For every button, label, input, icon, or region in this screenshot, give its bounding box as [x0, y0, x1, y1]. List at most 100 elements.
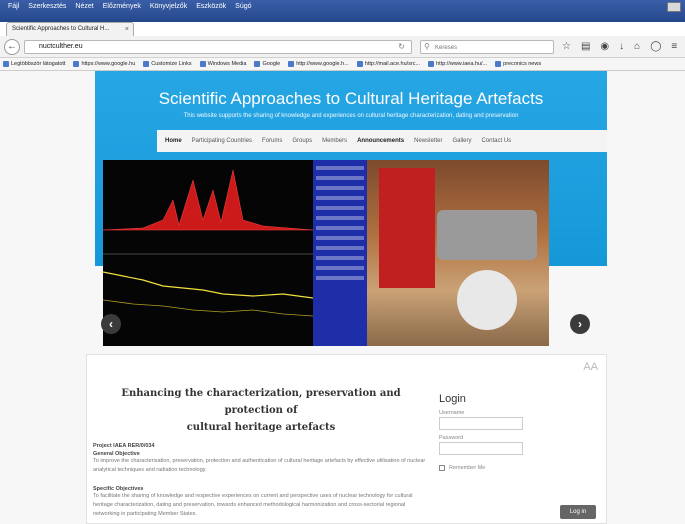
bookmark-item[interactable]: Google: [254, 61, 280, 67]
bookmarks-bar: Legtöbbször látogatott https://www.googl…: [0, 58, 685, 71]
slider-prev-button[interactable]: ‹: [101, 314, 121, 334]
bookmark-item[interactable]: Windows Media: [199, 61, 246, 67]
password-input[interactable]: [439, 442, 523, 455]
username-input[interactable]: [439, 417, 523, 430]
chat-icon[interactable]: ◯: [650, 41, 661, 53]
bookmark-page-icon: [143, 61, 150, 67]
bookmark-star-icon[interactable]: ☆: [562, 41, 571, 53]
red-door-graphic: [379, 168, 435, 288]
bookmark-item[interactable]: Legtöbbször látogatott: [3, 61, 65, 67]
home-icon[interactable]: ⌂: [634, 41, 640, 53]
data-line: [316, 206, 364, 210]
menu-item-contact-us[interactable]: Contact Us: [481, 138, 511, 144]
search-engine-icon[interactable]: ⚲: [424, 42, 430, 51]
slider-next-button[interactable]: ›: [570, 314, 590, 334]
username-label: Username: [439, 410, 465, 416]
login-button[interactable]: Log in: [560, 505, 596, 519]
bookmark-page-icon: [288, 61, 295, 67]
hamburger-menu-icon[interactable]: ≡: [671, 41, 677, 53]
menu-item-home[interactable]: Home: [165, 138, 182, 144]
menu-history[interactable]: Előzmények: [103, 3, 141, 10]
data-line: [316, 256, 364, 260]
window-controls[interactable]: [667, 2, 681, 12]
navigation-bar: ← nuctculther.eu ↻ ⚲ ☆ ▤ ◉ ↓ ⌂ ◯ ≡: [0, 36, 685, 58]
data-line: [316, 186, 364, 190]
data-line: [316, 236, 364, 240]
remember-me-label: Remember Me: [449, 465, 486, 471]
bookmark-item[interactable]: http://mail.ace.hu/src...: [356, 61, 420, 67]
new-tab-button[interactable]: +: [138, 25, 144, 36]
pocket-icon[interactable]: ◉: [600, 41, 609, 53]
bookmark-page-icon: [199, 61, 206, 67]
menu-item-participating-countries[interactable]: Participating Countries: [192, 138, 252, 144]
remember-me[interactable]: Remember Me: [439, 465, 599, 471]
menu-item-groups[interactable]: Groups: [292, 138, 312, 144]
data-line: [316, 276, 364, 280]
back-button[interactable]: ←: [4, 39, 20, 55]
spectrum-plot-graphic: [103, 169, 314, 317]
browser-menubar: Fájl Szerkesztés Nézet Előzmények Könyvj…: [8, 3, 252, 10]
data-line: [316, 196, 364, 200]
data-line: [316, 246, 364, 250]
bookmark-page-icon: [73, 61, 80, 67]
data-panel-image: [313, 160, 367, 346]
bookmark-page-icon: [495, 61, 502, 67]
site-subtitle: This website supports the sharing of kno…: [183, 113, 519, 119]
url-text: nuctculther.eu: [39, 43, 83, 50]
laboratory-photo: [367, 160, 549, 346]
bookmark-page-icon: [428, 61, 435, 67]
menu-item-newsletter[interactable]: Newsletter: [414, 138, 442, 144]
spectrum-image: [103, 160, 314, 346]
instrument-graphic: [437, 210, 537, 260]
url-bar[interactable]: nuctculther.eu ↻: [24, 40, 412, 54]
site-title[interactable]: Scientific Approaches to Cultural Herita…: [95, 89, 607, 109]
bookmark-item[interactable]: Customize Links: [143, 61, 192, 67]
tab-close-icon[interactable]: ×: [125, 26, 129, 33]
tab-title: Scientific Approaches to Cultural H...: [12, 26, 110, 32]
menu-item-forums[interactable]: Forums: [262, 138, 282, 144]
menu-item-announcements[interactable]: Announcements: [357, 138, 404, 144]
menu-item-gallery[interactable]: Gallery: [452, 138, 471, 144]
reading-list-icon[interactable]: ▤: [581, 41, 590, 53]
bookmark-item[interactable]: preconics news: [495, 61, 541, 67]
search-bar[interactable]: ⚲: [420, 40, 554, 54]
login-module: Login Username Password Remember Me Log …: [439, 393, 599, 519]
article-title-line: Enhancing the characterization, preserva…: [121, 388, 401, 416]
project-id: Project IAEA RER/0/034: [93, 443, 155, 449]
article: Enhancing the characterization, preserva…: [93, 385, 429, 519]
general-objective-text: To improve the characterisation, preserv…: [93, 458, 426, 473]
bookmark-item[interactable]: http://www.google.h...: [288, 61, 349, 67]
menu-tools[interactable]: Eszközök: [196, 3, 226, 10]
bookmark-page-icon: [356, 61, 363, 67]
bookmark-item[interactable]: https://www.google.hu: [73, 61, 135, 67]
download-icon[interactable]: ↓: [619, 41, 624, 53]
menu-bookmarks[interactable]: Könyvjelzők: [150, 3, 187, 10]
browser-tab[interactable]: Scientific Approaches to Cultural H... ×: [6, 22, 134, 36]
remember-me-checkbox[interactable]: [439, 465, 445, 471]
specific-objectives-text: To facilitate the sharing of knowledge a…: [93, 493, 413, 517]
menu-view[interactable]: Nézet: [75, 3, 93, 10]
tab-bar: Scientific Approaches to Cultural H... ×…: [0, 12, 685, 36]
main-content: AA Enhancing the characterization, prese…: [86, 354, 607, 524]
bookmark-item[interactable]: http://www.iaea.hu/...: [428, 61, 487, 67]
bookmark-page-icon: [254, 61, 261, 67]
site-main-menu: Home Participating Countries Forums Grou…: [157, 130, 607, 152]
menu-help[interactable]: Súgó: [235, 3, 251, 10]
article-title-line: cultural heritage artefacts: [186, 422, 336, 433]
menu-item-members[interactable]: Members: [322, 138, 347, 144]
data-line: [316, 266, 364, 270]
menu-file[interactable]: Fájl: [8, 3, 19, 10]
menu-edit[interactable]: Szerkesztés: [28, 3, 66, 10]
data-line: [316, 226, 364, 230]
image-slider: [103, 160, 549, 346]
toolbar-icons: ☆ ▤ ◉ ↓ ⌂ ◯ ≡: [562, 41, 677, 53]
bookmark-folder-icon: [3, 61, 9, 67]
login-title: Login: [439, 393, 466, 405]
search-input[interactable]: [435, 42, 545, 53]
data-line: [316, 166, 364, 170]
font-size-icon[interactable]: AA: [583, 361, 598, 373]
reload-icon[interactable]: ↻: [398, 42, 405, 51]
tank-graphic: [457, 270, 517, 330]
data-line: [316, 216, 364, 220]
web-page: Scientific Approaches to Cultural Herita…: [0, 71, 685, 524]
